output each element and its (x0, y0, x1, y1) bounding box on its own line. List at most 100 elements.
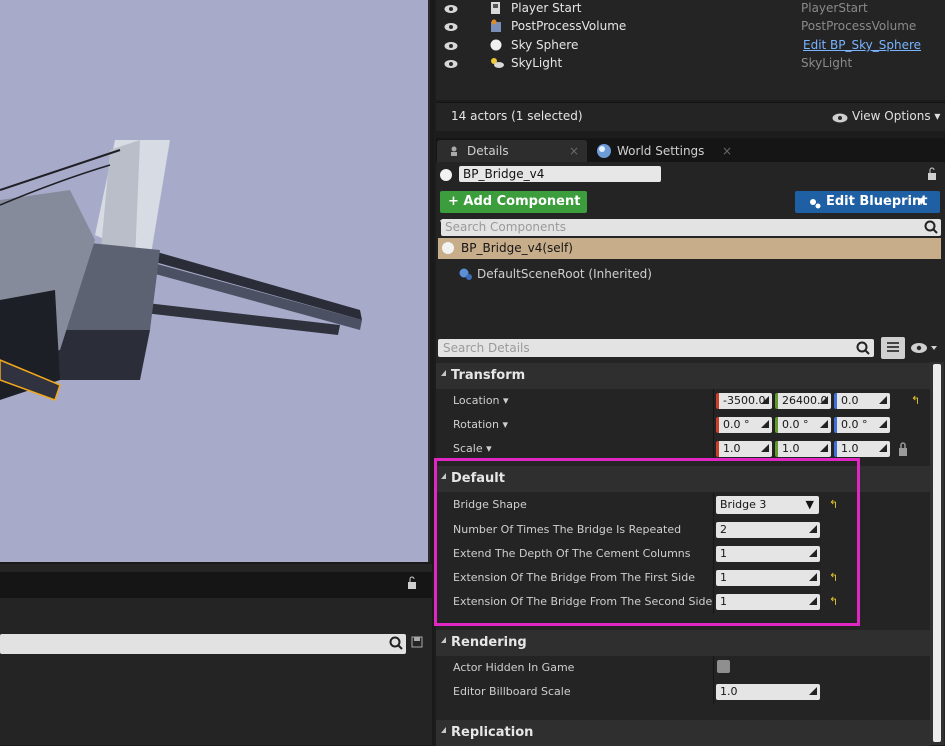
outliner-row[interactable]: Player Start PlayerStart (436, 0, 945, 18)
first-side-field[interactable]: 1 (716, 570, 820, 586)
drag-handle-icon (761, 444, 769, 452)
view-options-eye-icon[interactable] (910, 342, 938, 357)
property-first-side: Extension Of The Bridge From The First S… (436, 566, 930, 590)
reset-to-default-icon[interactable]: ↰ (829, 498, 841, 511)
location-y-field[interactable]: 26400.0 (775, 393, 831, 409)
lock-icon[interactable] (926, 167, 938, 184)
outliner-row[interactable]: SkyLight SkyLight (436, 55, 945, 73)
bridge-shape-dropdown[interactable]: Bridge 3 ▼ (716, 496, 819, 514)
drag-handle-icon (761, 396, 769, 404)
component-search-input[interactable]: Search Components (441, 219, 941, 236)
actor-count: 14 actors (1 selected) (451, 109, 583, 123)
scale-z-value: 1.0 (841, 442, 859, 455)
outliner-row-type: PostProcessVolume (801, 19, 917, 33)
add-component-button[interactable]: + Add Component ▾ (440, 191, 587, 231)
tab-details[interactable]: Details × (437, 140, 587, 162)
chevron-down-icon: ▾ (503, 394, 509, 407)
outliner-row-name: PostProcessVolume (511, 19, 627, 33)
view-options-button[interactable]: View Options ▾ (852, 109, 940, 123)
outliner-row-name: Sky Sphere (511, 38, 579, 52)
visibility-eye-icon[interactable] (444, 58, 458, 68)
lock-icon[interactable] (406, 576, 418, 593)
rotation-x-value: 0.0 ° (723, 418, 750, 431)
content-search-input[interactable] (0, 634, 406, 654)
actor-sphere-icon (439, 168, 453, 185)
details-search-input[interactable]: Search Details (438, 339, 874, 357)
rotation-x-field[interactable]: 0.0 ° (716, 417, 772, 433)
add-component-label: + Add Component (448, 194, 581, 209)
repeat-count-value: 2 (720, 523, 727, 536)
outliner-row[interactable]: Sky Sphere Edit BP_Sky_Sphere (436, 37, 945, 55)
location-x-field[interactable]: -3500.0 (716, 393, 772, 409)
content-browser-toolbar (0, 572, 432, 598)
property-label[interactable]: Rotation ▾ (453, 418, 508, 431)
chevron-down-icon: ▾ (918, 194, 925, 209)
chevron-down-icon: ▾ (486, 442, 492, 455)
section-replication[interactable]: Replication (436, 720, 930, 746)
save-icon[interactable] (411, 636, 423, 651)
visibility-eye-icon[interactable] (444, 3, 458, 13)
section-title: Default (451, 471, 505, 486)
postprocess-volume-icon (489, 19, 503, 33)
visibility-eye-icon[interactable] (444, 21, 458, 31)
component-root-label: DefaultSceneRoot (Inherited) (477, 267, 652, 281)
tab-world-settings[interactable]: World Settings × (590, 140, 740, 162)
component-self-row[interactable]: BP_Bridge_v4(self) (438, 238, 941, 259)
property-label[interactable]: Location ▾ (453, 394, 509, 407)
reset-to-default-icon[interactable]: ↰ (829, 595, 841, 608)
outliner-row-type: SkyLight (801, 56, 853, 70)
drag-handle-icon (809, 549, 817, 557)
property-bridge-shape: Bridge Shape Bridge 3 ▼ ↰ (436, 493, 930, 517)
level-viewport[interactable] (0, 0, 430, 562)
reset-to-default-icon[interactable]: ↰ (829, 571, 841, 584)
actor-name-field[interactable]: BP_Bridge_v4 (459, 166, 661, 182)
rotation-y-field[interactable]: 0.0 ° (775, 417, 831, 433)
drag-handle-icon (761, 420, 769, 428)
bridge-shape-value: Bridge 3 (720, 498, 767, 511)
column-depth-field[interactable]: 1 (716, 546, 820, 562)
location-z-field[interactable]: 0.0 (834, 393, 890, 409)
section-rendering[interactable]: Rendering (436, 630, 930, 656)
outliner-row-name: SkyLight (511, 56, 563, 70)
edit-blueprint-button[interactable]: Edit Blueprint ▾ (795, 191, 940, 213)
edit-blueprint-link[interactable]: Edit BP_Sky_Sphere (803, 38, 921, 52)
section-transform[interactable]: Transform (436, 363, 930, 389)
lock-scale-icon[interactable] (897, 441, 909, 460)
tab-world-settings-label: World Settings (617, 144, 705, 158)
column-divider (713, 437, 714, 461)
billboard-scale-value: 1.0 (720, 685, 738, 698)
drag-handle-icon (809, 525, 817, 533)
property-matrix-button[interactable] (881, 337, 905, 359)
property-label: Bridge Shape (453, 498, 527, 511)
location-z-value: 0.0 (841, 394, 859, 407)
rotation-z-value: 0.0 ° (841, 418, 868, 431)
rotation-z-field[interactable]: 0.0 ° (834, 417, 890, 433)
grid-list-icon (887, 342, 899, 352)
scale-label: Scale (453, 442, 483, 455)
component-self-label: BP_Bridge_v4(self) (461, 241, 573, 255)
location-x-value: -3500.0 (723, 394, 766, 407)
outliner-row[interactable]: PostProcessVolume PostProcessVolume (436, 18, 945, 36)
scale-z-field[interactable]: 1.0 (834, 441, 890, 457)
actor-hidden-checkbox[interactable] (717, 660, 730, 673)
reset-to-default-icon[interactable]: ↰ (911, 394, 923, 407)
sky-sphere-icon (489, 38, 503, 52)
details-search-placeholder: Search Details (443, 341, 530, 355)
close-icon[interactable]: × (569, 144, 579, 158)
section-default[interactable]: Default (436, 466, 930, 492)
scale-y-field[interactable]: 1.0 (775, 441, 831, 457)
close-icon[interactable]: × (722, 144, 732, 158)
scale-x-field[interactable]: 1.0 (716, 441, 772, 457)
search-icon[interactable] (389, 636, 403, 653)
property-label: Number Of Times The Bridge Is Repeated (453, 523, 682, 536)
repeat-count-field[interactable]: 2 (716, 522, 820, 538)
tab-details-label: Details (467, 144, 509, 158)
scrollbar-thumb[interactable] (933, 364, 941, 742)
billboard-scale-field[interactable]: 1.0 (716, 684, 820, 700)
visibility-eye-icon[interactable] (444, 40, 458, 50)
second-side-field[interactable]: 1 (716, 594, 820, 610)
drag-handle-icon (879, 396, 887, 404)
property-label[interactable]: Scale ▾ (453, 442, 492, 455)
column-divider (713, 566, 714, 590)
drag-handle-icon (809, 573, 817, 581)
